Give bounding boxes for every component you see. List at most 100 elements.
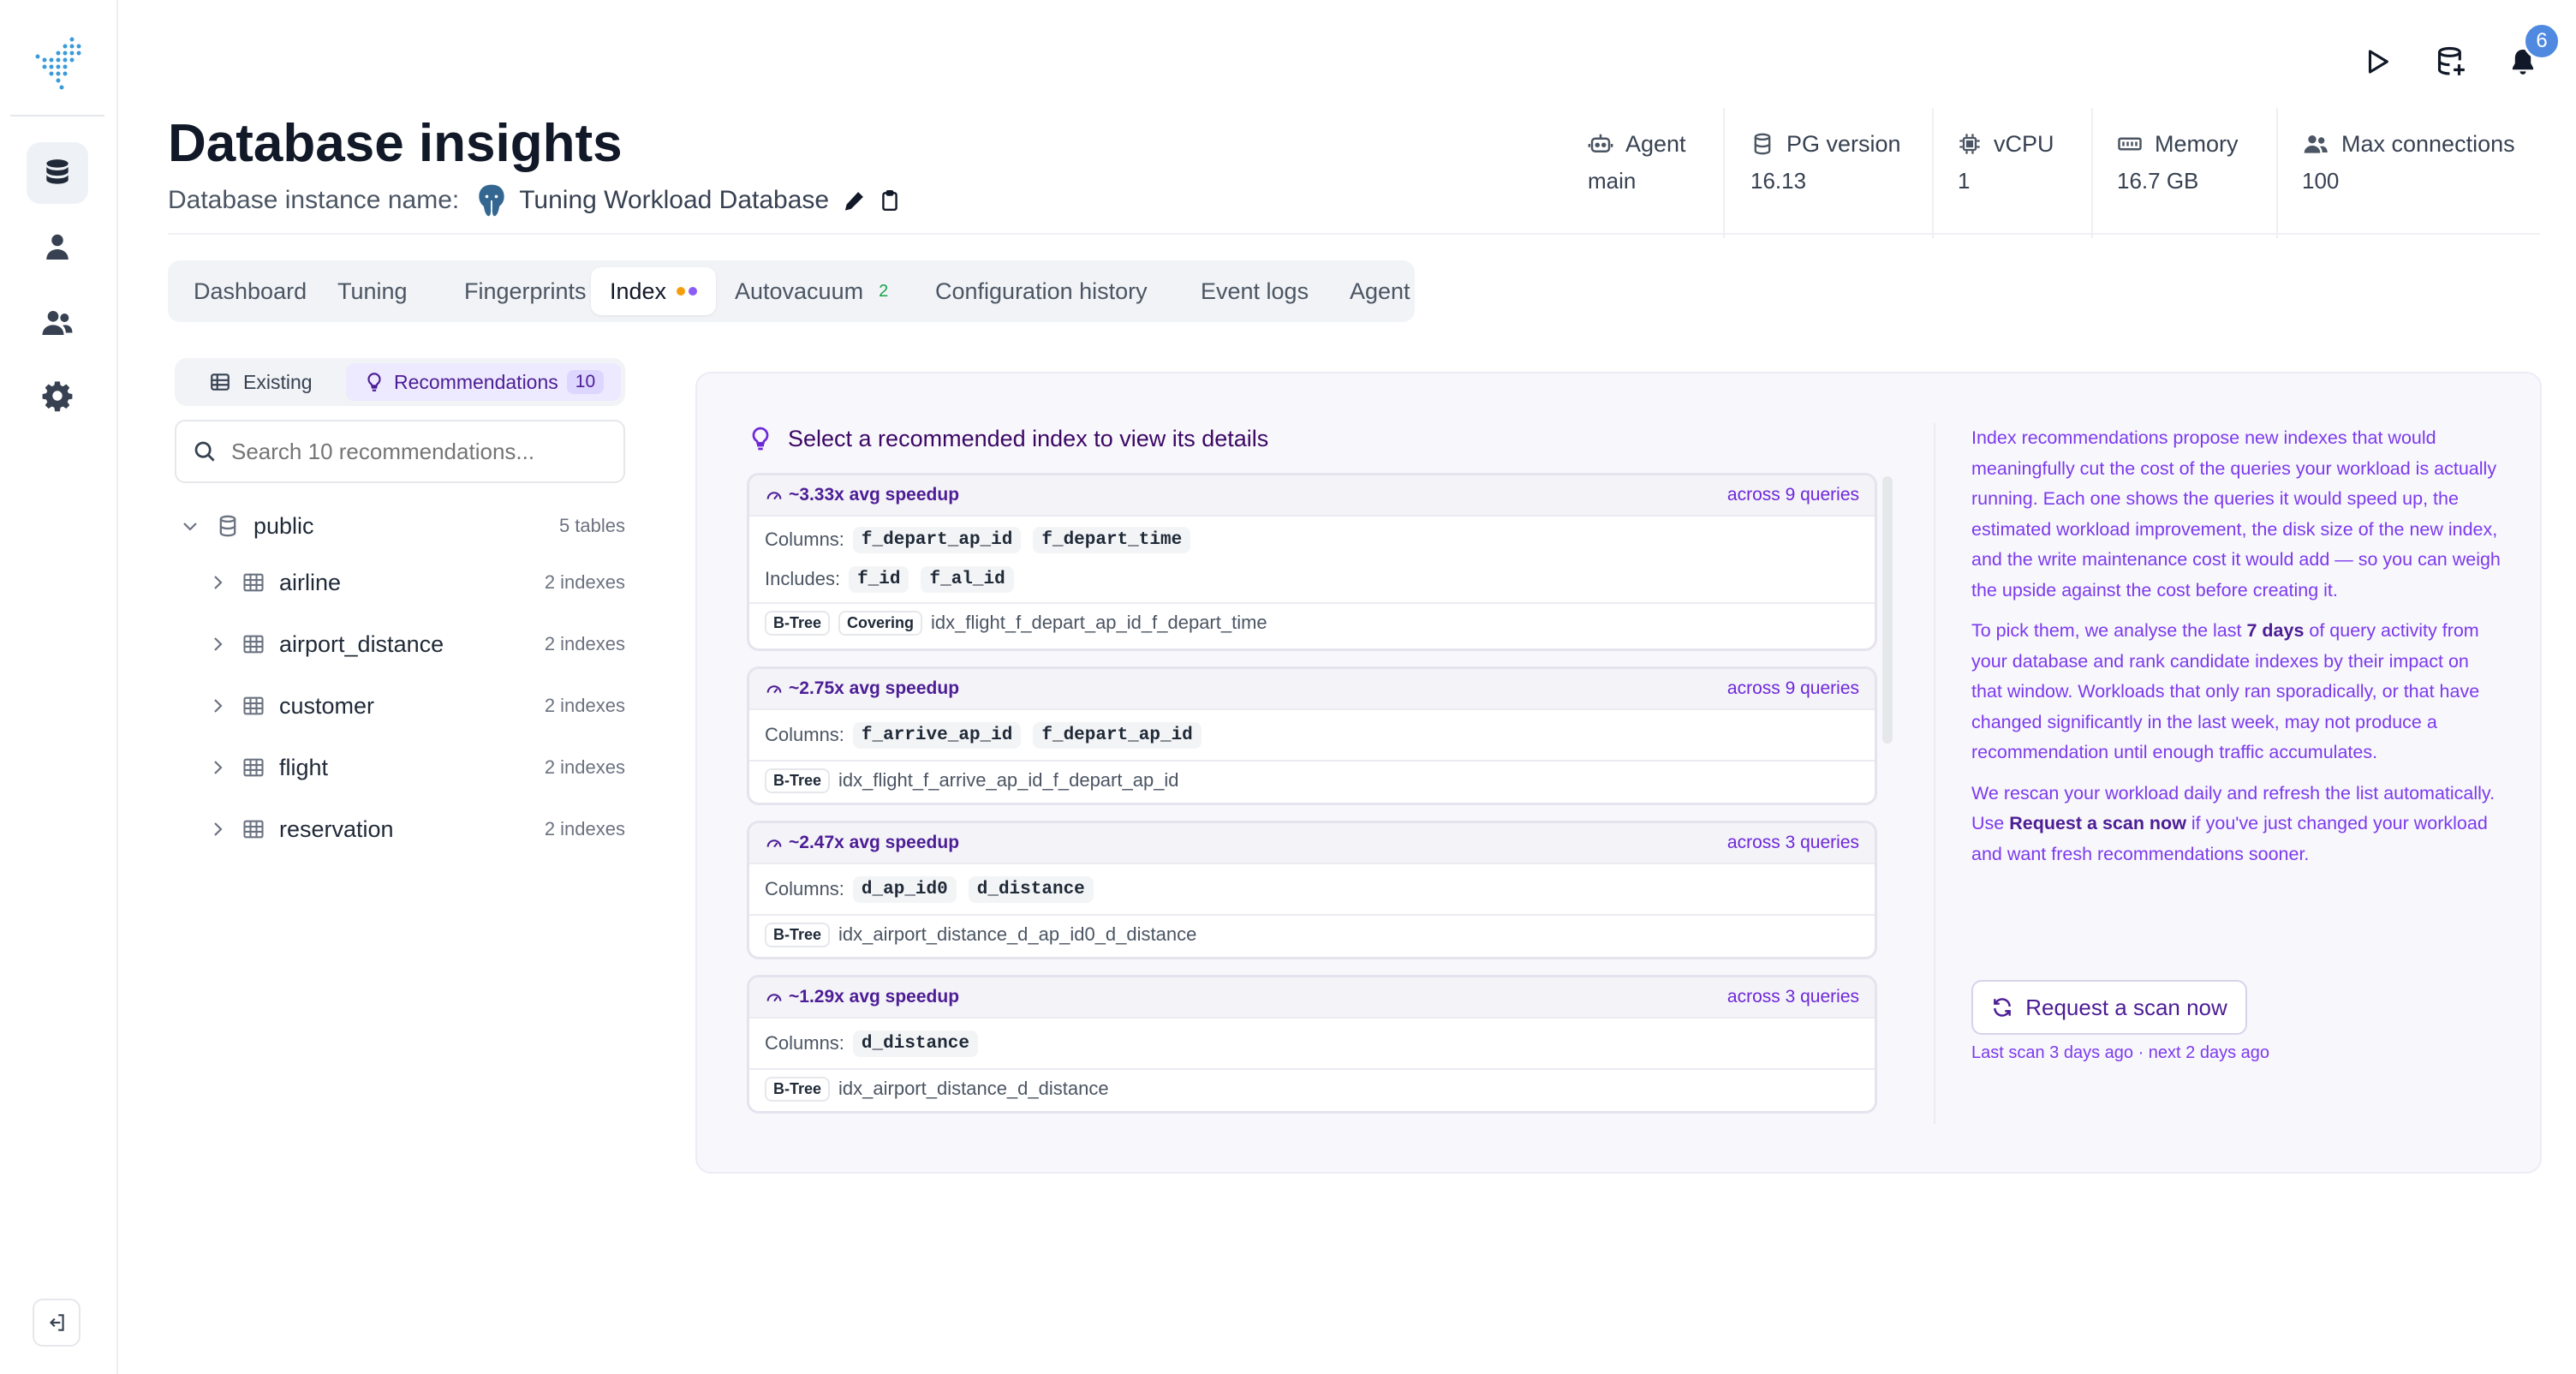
speedup: ~2.75x avg speedup — [789, 678, 960, 698]
robot-icon — [1588, 134, 1613, 152]
table-icon — [243, 573, 264, 592]
tab-agent[interactable]: Agent — [1331, 267, 1429, 315]
table-row-customer[interactable]: customer 2 indexes — [175, 682, 625, 730]
tab-configuration-history[interactable]: Configuration history — [916, 267, 1166, 315]
logout-button[interactable] — [33, 1299, 80, 1347]
lightbulb-icon — [752, 427, 769, 451]
tab-label: Autovacuum — [735, 278, 864, 304]
index-view-toggle: Existing Recommendations 10 — [175, 358, 625, 406]
users-icon — [2304, 135, 2328, 153]
chevron-right-icon — [214, 699, 223, 713]
covering-tag: Covering — [838, 610, 923, 636]
index-name: idx_flight_f_arrive_ap_id_f_depart_ap_id — [838, 769, 1179, 791]
existing-toggle[interactable]: Existing — [192, 363, 330, 401]
index-type-tag: B-Tree — [765, 768, 831, 793]
tab-fingerprints[interactable]: Fingerprints — [445, 267, 605, 315]
sidebar-item-settings[interactable] — [27, 365, 88, 427]
sidebar-item-databases[interactable] — [27, 142, 88, 204]
search-icon — [194, 441, 215, 462]
select-prompt: Select a recommended index to view its d… — [747, 421, 1268, 456]
sidebar-item-team[interactable] — [27, 291, 88, 353]
sidebar-item-profile[interactable] — [27, 216, 88, 278]
sidebar — [0, 0, 118, 1374]
search-input[interactable] — [231, 438, 591, 465]
app-logo[interactable] — [31, 34, 87, 91]
copy-instance-button[interactable] — [879, 189, 901, 212]
card-footer: B-Tree idx_airport_distance_d_ap_id0_d_d… — [749, 914, 1875, 953]
play-icon — [2368, 50, 2388, 74]
table-meta: 2 indexes — [544, 571, 625, 593]
recommendations-toggle[interactable]: Recommendations 10 — [346, 363, 622, 401]
table-name: customer — [279, 692, 375, 719]
index-name: idx_airport_distance_d_ap_id0_d_distance — [838, 923, 1197, 945]
stat-label: Agent — [1625, 130, 1686, 157]
edit-instance-button[interactable] — [843, 188, 867, 212]
stat-agent: Agent main — [1588, 128, 1686, 223]
stat-value: 1 — [1958, 168, 1971, 194]
stat-label: PG version — [1786, 130, 1901, 157]
instance-name: Tuning Workload Database — [519, 186, 830, 214]
includes-label: Includes: — [765, 568, 841, 589]
chevron-down-icon — [183, 523, 197, 531]
recommendation-card[interactable]: ~3.33x avg speedup across 9 queries Colu… — [747, 473, 1877, 651]
speedup: ~2.47x avg speedup — [789, 833, 960, 852]
recommendation-card[interactable]: ~2.47x avg speedup across 3 queries Colu… — [747, 821, 1877, 959]
schema-meta: 5 tables — [558, 515, 625, 536]
columns-row: Columns: f_arrive_ap_id f_depart_ap_id — [749, 715, 1875, 755]
tab-label: Index — [610, 278, 667, 304]
instance-name-row: Database instance name: Tuning Workload … — [168, 182, 901, 219]
tab-bar: Dashboard Tuning Fingerprints Index Auto… — [168, 260, 1415, 322]
stat-value: 16.7 GB — [2117, 168, 2199, 194]
stat-divider — [2276, 108, 2278, 238]
stat-divider — [1723, 108, 1725, 238]
tab-tuning[interactable]: Tuning — [319, 267, 426, 315]
request-scan-button[interactable]: Request a scan now — [1971, 980, 2247, 1035]
cards-scrollbar[interactable] — [1882, 476, 1893, 744]
query-count: across 9 queries — [1726, 485, 1859, 505]
tab-dashboard[interactable]: Dashboard — [175, 267, 325, 315]
schema-row[interactable]: public 5 tables — [175, 502, 625, 550]
card-header: ~3.33x avg speedup across 9 queries — [749, 475, 1875, 517]
table-row-airport-distance[interactable]: airport_distance 2 indexes — [175, 620, 625, 668]
card-footer: B-Tree Covering idx_flight_f_depart_ap_i… — [749, 602, 1875, 642]
index-type-tag: B-Tree — [765, 1076, 831, 1102]
stat-divider — [2091, 108, 2093, 238]
speedup: ~3.33x avg speedup — [789, 485, 960, 505]
table-row-reservation[interactable]: reservation 2 indexes — [175, 805, 625, 853]
table-name: flight — [279, 754, 329, 780]
chevron-right-icon — [214, 576, 223, 589]
table-row-flight[interactable]: flight 2 indexes — [175, 744, 625, 792]
query-count: across 9 queries — [1726, 678, 1859, 698]
speedometer-icon — [766, 492, 782, 500]
stat-label: vCPU — [1994, 130, 2054, 157]
recommendation-card[interactable]: ~2.75x avg speedup across 9 queries Colu… — [747, 666, 1877, 805]
page-title: Database insights — [168, 114, 623, 173]
database-icon — [46, 159, 69, 184]
request-scan-label: Request a scan now — [2025, 994, 2227, 1020]
chevron-right-icon — [214, 761, 223, 774]
pencil-icon — [845, 192, 864, 211]
search-box — [175, 420, 625, 483]
memory-icon — [2118, 137, 2142, 151]
tab-count-badge: 2 — [879, 281, 889, 301]
stat-label: Memory — [2155, 130, 2239, 157]
tab-autovacuum[interactable]: Autovacuum 2 — [716, 267, 907, 315]
add-database-button[interactable] — [2427, 38, 2475, 86]
panel-divider — [1934, 423, 1935, 1124]
card-header: ~2.47x avg speedup across 3 queries — [749, 823, 1875, 864]
column-chip: f_depart_time — [1033, 526, 1191, 553]
stat-value: 100 — [2302, 168, 2340, 194]
chevron-right-icon — [214, 822, 223, 836]
tab-event-logs[interactable]: Event logs — [1182, 267, 1327, 315]
table-row-airline[interactable]: airline 2 indexes — [175, 559, 625, 606]
card-header: ~2.75x avg speedup across 9 queries — [749, 669, 1875, 710]
table-meta: 2 indexes — [544, 633, 625, 654]
stat-pg-version: PG version 16.13 — [1750, 128, 1901, 223]
run-button[interactable] — [2353, 38, 2401, 86]
tab-index[interactable]: Index — [591, 267, 717, 315]
users-icon — [42, 311, 73, 335]
card-header: ~1.29x avg speedup across 3 queries — [749, 977, 1875, 1019]
stat-max-connections: Max connections 100 — [2302, 128, 2515, 223]
recommendation-card[interactable]: ~1.29x avg speedup across 3 queries Colu… — [747, 975, 1877, 1114]
database-icon — [1754, 133, 1771, 155]
